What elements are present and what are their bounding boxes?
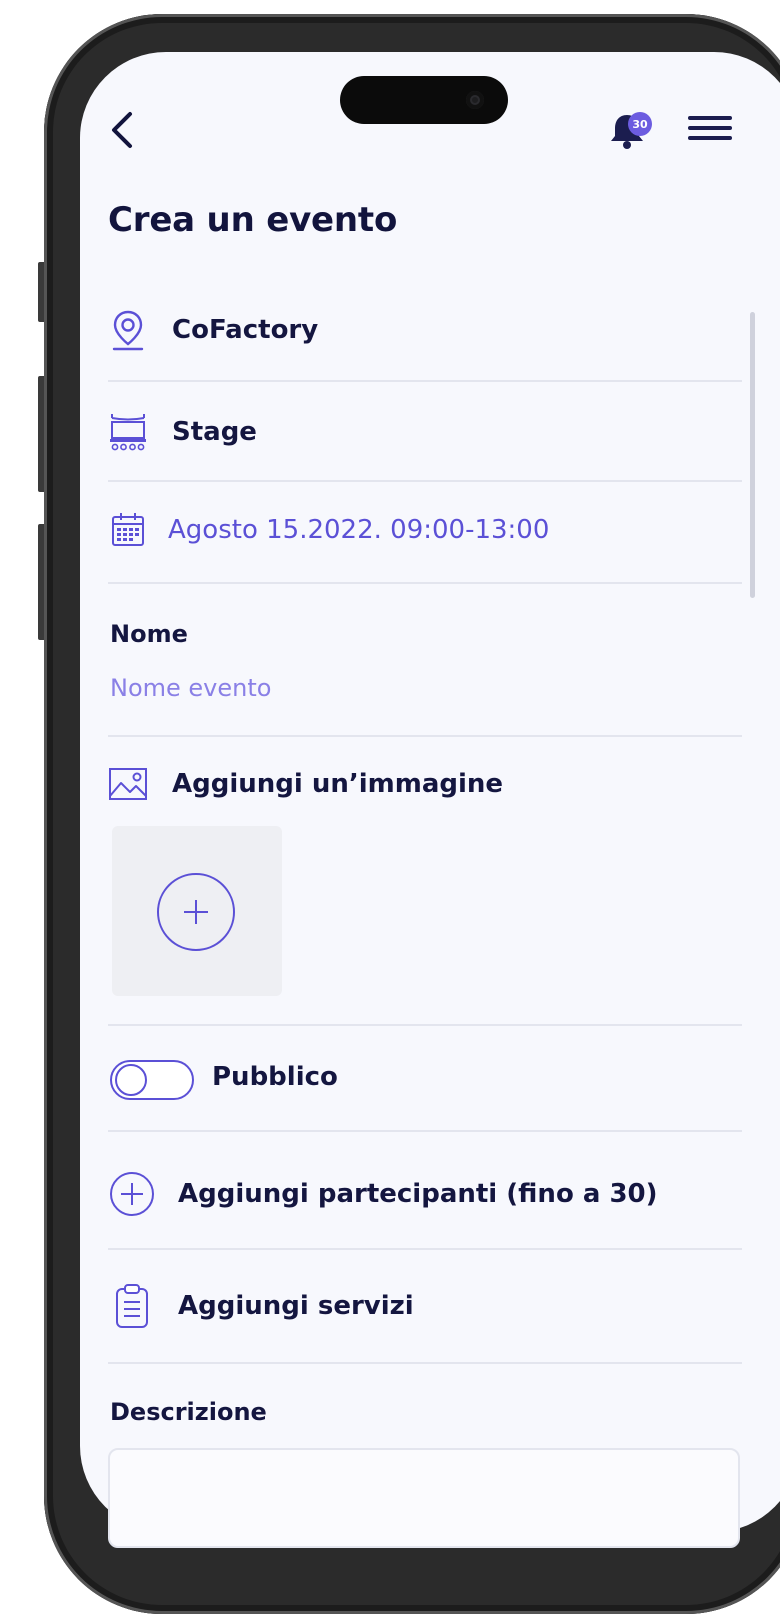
- room-row[interactable]: Stage: [108, 412, 257, 452]
- divider: [108, 735, 742, 737]
- clipboard-icon: [108, 1282, 156, 1330]
- datetime-label: Agosto 15.2022. 09:00-13:00: [168, 515, 550, 545]
- map-pin-icon: [108, 310, 148, 351]
- datetime-row[interactable]: Agosto 15.2022. 09:00-13:00: [108, 510, 549, 550]
- divider: [108, 1362, 742, 1364]
- hamburger-line: [688, 116, 732, 120]
- calendar-icon: [108, 510, 148, 550]
- public-toggle[interactable]: [110, 1060, 194, 1100]
- divider: [108, 480, 742, 482]
- divider: [108, 582, 742, 584]
- add-participants-row[interactable]: Aggiungi partecipanti (fino a 30): [108, 1170, 658, 1218]
- add-services-label: Aggiungi servizi: [178, 1291, 414, 1321]
- toggle-knob: [115, 1064, 147, 1096]
- add-image-label: Aggiungi un’immagine: [172, 769, 504, 799]
- front-camera: [466, 91, 484, 109]
- description-textarea[interactable]: [108, 1448, 740, 1548]
- notification-count-badge: 30: [628, 112, 652, 136]
- divider: [108, 1248, 742, 1250]
- description-label: Descrizione: [110, 1398, 267, 1426]
- add-participants-label: Aggiungi partecipanti (fino a 30): [178, 1179, 658, 1209]
- public-toggle-label: Pubblico: [212, 1062, 338, 1092]
- page-title: Crea un evento: [108, 200, 398, 240]
- plus-circle-icon: [157, 873, 235, 951]
- name-field-label: Nome: [110, 620, 188, 648]
- dynamic-island: [340, 76, 508, 124]
- hamburger-line: [688, 126, 732, 130]
- stage-icon: [108, 412, 148, 452]
- plus-circle-icon: [108, 1170, 156, 1218]
- divider: [108, 1024, 742, 1026]
- add-image-row: Aggiungi un’immagine: [108, 764, 503, 804]
- hamburger-line: [688, 136, 732, 140]
- image-icon: [108, 764, 148, 804]
- room-label: Stage: [172, 417, 257, 447]
- event-name-input[interactable]: [108, 668, 712, 708]
- divider: [108, 1130, 742, 1132]
- scrollbar[interactable]: [750, 312, 755, 598]
- divider: [108, 380, 742, 382]
- add-services-row[interactable]: Aggiungi servizi: [108, 1282, 414, 1330]
- chevron-left-icon: [112, 112, 132, 148]
- back-button[interactable]: [106, 106, 140, 154]
- hamburger-menu-button[interactable]: [688, 114, 734, 144]
- add-image-tile[interactable]: [112, 826, 282, 996]
- location-label: CoFactory: [172, 315, 319, 345]
- location-row[interactable]: CoFactory: [108, 310, 319, 351]
